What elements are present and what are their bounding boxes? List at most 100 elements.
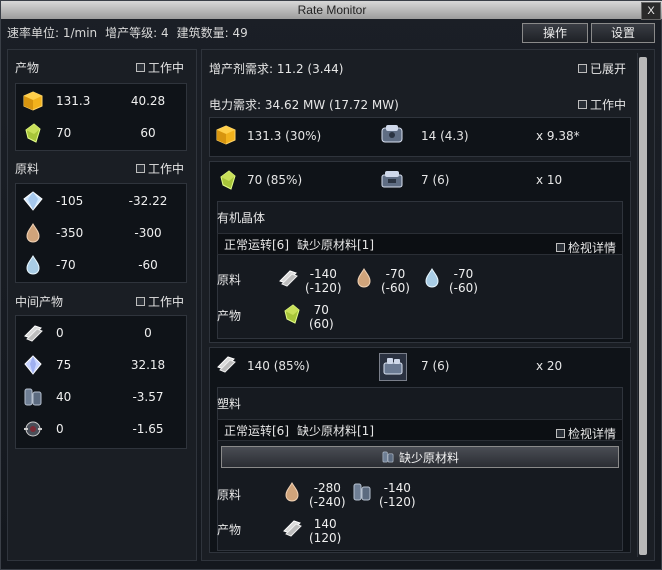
value-a: 70 <box>56 126 72 140</box>
checkbox-box[interactable] <box>578 100 587 109</box>
ingredient-line1: -70 <box>453 267 474 281</box>
intermediate-box: 0 0 75 32.18 40 -3.57 0 -1.65 <box>15 315 187 449</box>
products-title: 产物 <box>15 61 40 75</box>
expanded-checkbox[interactable]: 已展开 <box>578 60 626 77</box>
close-icon: X <box>647 5 655 17</box>
scrollbar-thumb[interactable] <box>639 57 647 555</box>
value-a: 75 <box>56 358 72 372</box>
detail-label: 检视详情 <box>567 427 616 441</box>
plastic-icon <box>281 517 303 539</box>
list-item: 0 -1.65 <box>22 416 180 442</box>
list-item: -105 -32.22 <box>22 188 180 214</box>
status-missing: 缺少原材料[1] <box>297 237 374 252</box>
list-item: 75 32.18 <box>22 352 180 378</box>
rate-unit: 速率单位: 1/min <box>7 25 98 40</box>
list-item: -350 -300 <box>22 220 180 246</box>
plastic-icon <box>22 322 44 344</box>
value-b: 60 <box>140 126 156 140</box>
value-b: 40.28 <box>130 94 166 108</box>
intermediate-title: 中间产物 <box>15 295 64 309</box>
settings-button-label: 设置 <box>610 26 635 40</box>
materials-working-checkbox[interactable]: 工作中 <box>136 160 184 177</box>
ingredient-line2: (-60) <box>449 281 478 295</box>
expanded-label: 已展开 <box>590 62 627 76</box>
checkbox-box[interactable] <box>136 297 145 306</box>
window-title: Rate Monitor <box>297 3 367 17</box>
ingredient: -70 (-60) <box>421 267 478 295</box>
product: 140 (120) <box>281 517 341 545</box>
missing-materials-button[interactable]: 缺少原材料 <box>221 446 619 468</box>
pipes-icon <box>351 481 373 503</box>
checkbox-box[interactable] <box>555 429 565 438</box>
value-b: -3.57 <box>132 390 164 404</box>
status-normal: 正常运转[6] <box>224 423 289 438</box>
value-a: 40 <box>56 390 72 404</box>
value-a: -105 <box>56 194 84 208</box>
products-working-checkbox[interactable]: 工作中 <box>136 59 184 76</box>
ingredient: -280 (-240) <box>281 481 346 509</box>
water-drop-icon <box>22 254 44 276</box>
machine-part-icon <box>22 418 44 440</box>
ingredient: -70 (-60) <box>353 267 410 295</box>
view-details-checkbox[interactable]: 检视详情 <box>555 239 616 256</box>
operate-button[interactable]: 操作 <box>522 23 588 43</box>
organic-crystal-icon <box>281 303 303 325</box>
recipe-detail-panel <box>217 387 623 551</box>
right-working-checkbox[interactable]: 工作中 <box>578 96 626 113</box>
value-b: 0 <box>144 326 152 340</box>
title-bar[interactable]: Rate Monitor X <box>1 1 662 20</box>
organic-crystal-icon <box>217 169 239 191</box>
list-item: 131.3 40.28 <box>22 88 180 114</box>
value-a: 0 <box>56 422 64 436</box>
status-missing: 缺少原材料[1] <box>297 423 374 438</box>
ingredient-line1: -140 <box>383 481 411 495</box>
list-item: 70 60 <box>22 120 180 146</box>
diamond-icon <box>22 190 44 212</box>
output-rate: 140 (85%) <box>247 359 310 373</box>
ingredient: -140 (-120) <box>351 481 416 509</box>
working-label: 工作中 <box>590 98 627 112</box>
oil-drop-icon <box>22 222 44 244</box>
output-rate: 70 (85%) <box>247 173 303 187</box>
ingredient-line1: -70 <box>385 267 406 281</box>
materials-box: -105 -32.22 -350 -300 -70 -60 <box>15 183 187 283</box>
machine-count: 7 (6) <box>421 173 450 187</box>
checkbox-box[interactable] <box>136 164 145 173</box>
list-item: 0 0 <box>22 320 180 346</box>
close-button[interactable]: X <box>641 2 661 20</box>
value-b: 32.18 <box>130 358 166 372</box>
output-rate: 131.3 (30%) <box>247 129 322 143</box>
machine-icon <box>379 122 405 148</box>
status-normal: 正常运转[6] <box>224 237 289 252</box>
multiplier: x 10 <box>536 173 563 187</box>
products-label: 产物 <box>217 523 242 537</box>
rate-monitor-window: Rate Monitor X 速率单位: 1/min 增产等级: 4 建筑数量:… <box>0 0 662 570</box>
products-box: 131.3 40.28 70 60 <box>15 83 187 151</box>
missing-button-label: 缺少原材料 <box>398 450 459 465</box>
operate-button-label: 操作 <box>542 26 567 40</box>
value-a: 131.3 <box>56 94 91 108</box>
proliferator-level: 增产等级: 4 <box>105 25 169 40</box>
value-b: -300 <box>134 226 162 240</box>
settings-button[interactable]: 设置 <box>591 23 655 43</box>
recipe-title: 塑料 <box>217 397 242 411</box>
water-drop-icon <box>421 267 443 289</box>
organic-crystal-icon <box>22 122 44 144</box>
checkbox-box[interactable] <box>578 64 587 73</box>
machine-count: 7 (6) <box>421 359 450 373</box>
view-details-checkbox[interactable]: 检视详情 <box>555 425 616 442</box>
materials-label: 原料 <box>217 488 242 502</box>
status-bar: 正常运转[6] 缺少原材料[1] 检视详情 <box>217 233 623 255</box>
yellow-cube-icon <box>215 124 237 146</box>
assembler-icon <box>379 167 405 193</box>
ingredient-line1: -280 <box>313 481 341 495</box>
yellow-cube-icon <box>22 90 44 112</box>
building-count: 建筑数量: 49 <box>176 25 248 40</box>
working-label: 工作中 <box>148 61 185 75</box>
product: 70 (60) <box>281 303 334 331</box>
checkbox-box[interactable] <box>555 243 565 252</box>
ingredient: -140 (-120) <box>277 267 342 295</box>
intermediate-working-checkbox[interactable]: 工作中 <box>136 293 184 310</box>
checkbox-box[interactable] <box>136 63 145 72</box>
chemical-plant-icon <box>379 353 407 381</box>
